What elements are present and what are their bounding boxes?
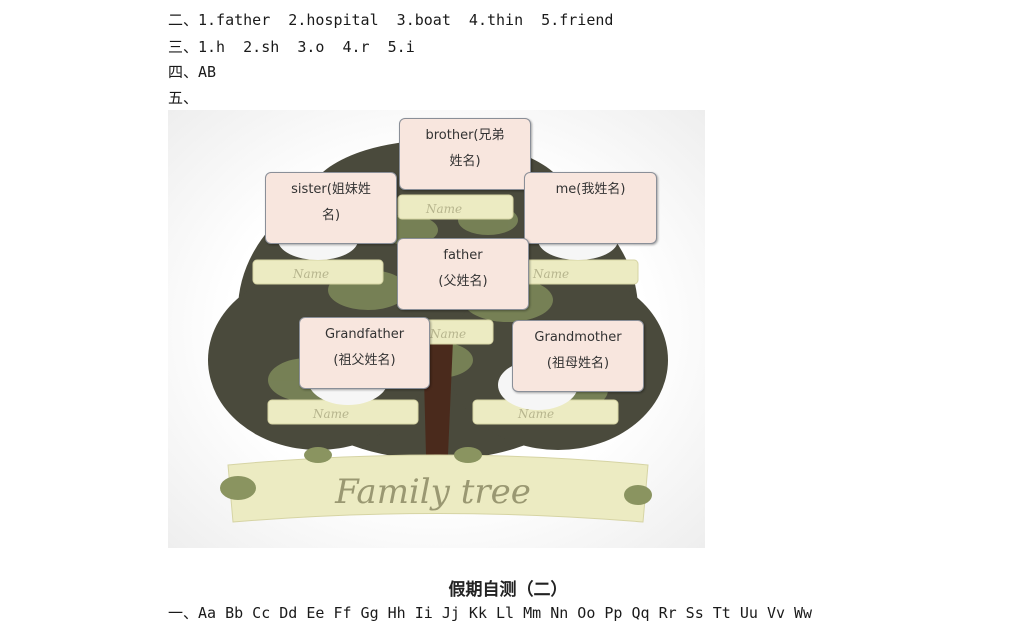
alphabet-line: 一、Aa Bb Cc Dd Ee Ff Gg Hh Ii Jj Kk Ll Mm… — [168, 604, 813, 622]
grandmother-box: Grandmother (祖母姓名) — [512, 320, 644, 392]
ribbon-name-label: Name — [533, 267, 570, 281]
answer-section-4: 四、AB — [168, 63, 217, 81]
answer-section-2: 二、1.father 2.hospital 3.boat 4.thin 5.fr… — [168, 11, 614, 29]
family-tree-image: Name Name Name Name Name Name Family tre… — [168, 110, 705, 548]
ribbon-name-label: Name — [426, 202, 463, 216]
answer-section-3: 三、1.h 2.sh 3.o 4.r 5.i — [168, 38, 415, 56]
sister-box: sister(姐妹姓 名) — [265, 172, 397, 244]
section-title-text: 假期自测（二） — [448, 580, 568, 600]
grandfather-box: Grandfather (祖父姓名) — [299, 317, 430, 389]
family-tree-banner: Family tree — [335, 472, 531, 512]
ribbon-name-label: Name — [518, 407, 555, 421]
section-title: 假期自测（二） — [0, 575, 1024, 600]
father-box: father (父姓名) — [397, 238, 529, 310]
me-box: me(我姓名) — [524, 172, 657, 244]
ribbon-name-label: Name — [293, 267, 330, 281]
answer-section-5: 五、 — [168, 89, 199, 107]
ribbon-name-label: Name — [430, 327, 467, 341]
brother-box: brother(兄弟 姓名) — [399, 118, 531, 190]
ribbon-name-label: Name — [313, 407, 350, 421]
